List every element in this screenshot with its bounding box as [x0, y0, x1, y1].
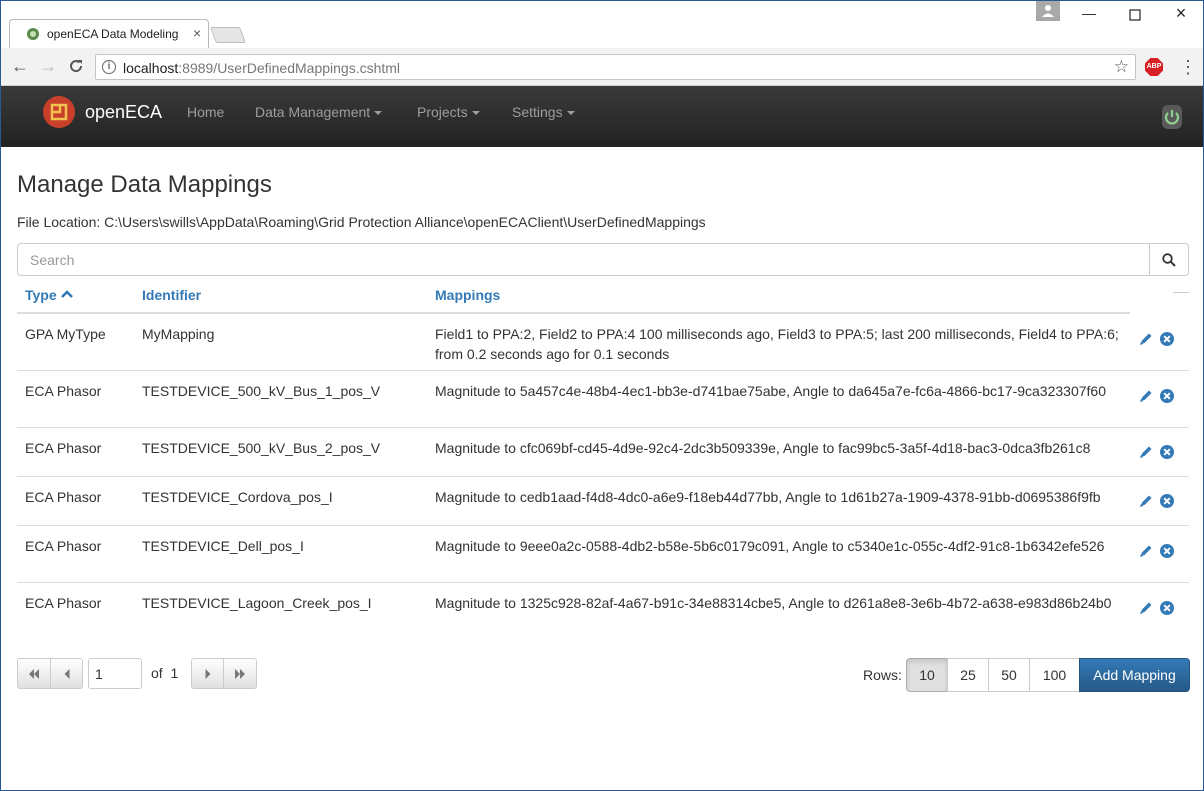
- cell-identifier: TESTDEVICE_500_kV_Bus_1_pos_V: [142, 383, 381, 399]
- caret-down-icon: [471, 111, 480, 116]
- search-button[interactable]: [1149, 243, 1189, 276]
- nav-projects[interactable]: Projects: [417, 104, 480, 120]
- edit-pencil-icon[interactable]: [1138, 600, 1154, 616]
- first-page-button[interactable]: [17, 658, 51, 689]
- close-window-icon[interactable]: ×: [1169, 3, 1193, 24]
- user-profile-icon[interactable]: [1036, 1, 1060, 21]
- address-bar[interactable]: i localhost:8989/UserDefinedMappings.csh…: [95, 54, 1136, 80]
- column-chooser-icon[interactable]: [1173, 292, 1189, 293]
- double-chevron-right-icon: [235, 668, 245, 679]
- file-location: File Location: C:\Users\swills\AppData\R…: [17, 214, 706, 230]
- forward-arrow-icon[interactable]: →: [38, 56, 58, 76]
- browser-toolbar: ← → i localhost:8989/UserDefinedMappings…: [1, 48, 1203, 86]
- cell-type: ECA Phasor: [25, 383, 102, 399]
- page-number-input[interactable]: [88, 658, 142, 689]
- power-icon[interactable]: [1161, 104, 1183, 130]
- main-content: Manage Data Mappings File Location: C:\U…: [1, 147, 1203, 790]
- delete-circle-icon[interactable]: [1159, 444, 1175, 460]
- browser-window: openECA Data Modeling × — × ← → i localh…: [0, 0, 1204, 791]
- edit-pencil-icon[interactable]: [1138, 388, 1154, 404]
- add-mapping-button[interactable]: Add Mapping: [1079, 658, 1190, 692]
- tab-close-icon[interactable]: ×: [193, 25, 201, 41]
- cell-mappings: Magnitude to 9eee0a2c-0588-4db2-b58e-5b6…: [435, 538, 1105, 554]
- app-navbar: openECA Home Data Management Projects Se…: [1, 86, 1203, 147]
- cell-identifier: TESTDEVICE_Lagoon_Creek_pos_I: [142, 595, 372, 611]
- cell-mappings: Magnitude to cedb1aad-f4d8-4dc0-a6e9-f18…: [435, 489, 1101, 505]
- rows-25-button[interactable]: 25: [947, 658, 989, 692]
- delete-circle-icon[interactable]: [1159, 388, 1175, 404]
- previous-page-button[interactable]: [50, 658, 83, 689]
- rows-50-button[interactable]: 50: [988, 658, 1030, 692]
- chevron-right-icon: [205, 668, 210, 679]
- site-info-icon[interactable]: i: [102, 60, 116, 74]
- url-text: localhost:8989/UserDefinedMappings.cshtm…: [123, 60, 401, 76]
- page-title: Manage Data Mappings: [17, 171, 272, 198]
- column-header-type[interactable]: Type: [25, 287, 73, 303]
- sort-ascending-icon: [60, 290, 73, 298]
- edit-pencil-icon[interactable]: [1138, 331, 1154, 347]
- table-row: ECA Phasor TESTDEVICE_Lagoon_Creek_pos_I…: [17, 583, 1189, 640]
- shield-favicon-icon: [27, 28, 39, 40]
- page-count: of 1: [151, 665, 179, 681]
- delete-circle-icon[interactable]: [1159, 331, 1175, 347]
- last-page-button[interactable]: [223, 658, 257, 689]
- tab-strip: openECA Data Modeling × — ×: [1, 1, 1203, 48]
- tab-title: openECA Data Modeling: [47, 27, 179, 41]
- column-header-mappings[interactable]: Mappings: [435, 287, 500, 303]
- table-row: ECA Phasor TESTDEVICE_Dell_pos_I Magnitu…: [17, 526, 1189, 583]
- table-row: GPA MyType MyMapping Field1 to PPA:2, Fi…: [17, 314, 1189, 371]
- rows-per-page-label: Rows:: [863, 667, 902, 683]
- cell-mappings: Magnitude to cfc069bf-cd45-4d9e-92c4-2dc…: [435, 440, 1091, 456]
- cell-type: ECA Phasor: [25, 538, 102, 554]
- back-arrow-icon[interactable]: ←: [10, 56, 30, 76]
- caret-down-icon: [566, 111, 575, 116]
- nav-data-management[interactable]: Data Management: [255, 104, 383, 120]
- search-group: [17, 243, 1189, 276]
- cell-mappings: Field1 to PPA:2, Field2 to PPA:4 100 mil…: [435, 326, 1119, 362]
- new-tab-button[interactable]: [210, 27, 246, 43]
- rows-100-button[interactable]: 100: [1029, 658, 1080, 692]
- table-row: ECA Phasor TESTDEVICE_Cordova_pos_I Magn…: [17, 477, 1189, 526]
- file-location-path: C:\Users\swills\AppData\Roaming\Grid Pro…: [104, 214, 706, 230]
- chevron-left-icon: [64, 668, 69, 679]
- next-page-button[interactable]: [191, 658, 224, 689]
- cell-mappings: Magnitude to 5a457c4e-48b4-4ec1-bb3e-d74…: [435, 383, 1106, 399]
- mappings-table: Type Identifier Mappings GPA MyType MyMa…: [17, 278, 1189, 640]
- bookmark-star-icon[interactable]: ☆: [1114, 57, 1129, 77]
- search-input[interactable]: [17, 243, 1150, 276]
- openeca-logo-icon[interactable]: [43, 96, 75, 128]
- cell-type: ECA Phasor: [25, 595, 102, 611]
- caret-down-icon: [374, 111, 383, 116]
- file-location-label: File Location:: [17, 214, 101, 230]
- edit-pencil-icon[interactable]: [1138, 444, 1154, 460]
- delete-circle-icon[interactable]: [1159, 493, 1175, 509]
- delete-circle-icon[interactable]: [1159, 600, 1175, 616]
- brand-name[interactable]: openECA: [85, 102, 162, 123]
- edit-pencil-icon[interactable]: [1138, 543, 1154, 559]
- minimize-icon[interactable]: —: [1077, 5, 1101, 21]
- search-icon: [1162, 253, 1176, 267]
- browser-tab[interactable]: openECA Data Modeling ×: [9, 19, 209, 48]
- cell-identifier: TESTDEVICE_Cordova_pos_I: [142, 489, 333, 505]
- table-row: ECA Phasor TESTDEVICE_500_kV_Bus_2_pos_V…: [17, 428, 1189, 477]
- column-header-identifier[interactable]: Identifier: [142, 287, 201, 303]
- cell-identifier: TESTDEVICE_500_kV_Bus_2_pos_V: [142, 440, 381, 456]
- nav-settings[interactable]: Settings: [512, 104, 575, 120]
- rows-10-button[interactable]: 10: [906, 658, 948, 692]
- cell-type: ECA Phasor: [25, 489, 102, 505]
- double-chevron-left-icon: [29, 668, 39, 679]
- cell-identifier: TESTDEVICE_Dell_pos_I: [142, 538, 304, 554]
- cell-identifier: MyMapping: [142, 326, 215, 342]
- cell-mappings: Magnitude to 1325c928-82af-4a67-b91c-34e…: [435, 595, 1112, 611]
- delete-circle-icon[interactable]: [1159, 543, 1175, 559]
- nav-home[interactable]: Home: [187, 104, 224, 120]
- browser-menu-icon[interactable]: ⋮: [1179, 57, 1197, 78]
- maximize-icon[interactable]: [1123, 5, 1147, 24]
- table-row: ECA Phasor TESTDEVICE_500_kV_Bus_1_pos_V…: [17, 371, 1189, 428]
- reload-icon[interactable]: [66, 56, 86, 76]
- cell-type: ECA Phasor: [25, 440, 102, 456]
- table-header: Type Identifier Mappings: [17, 278, 1130, 314]
- edit-pencil-icon[interactable]: [1138, 493, 1154, 509]
- cell-type: GPA MyType: [25, 326, 106, 342]
